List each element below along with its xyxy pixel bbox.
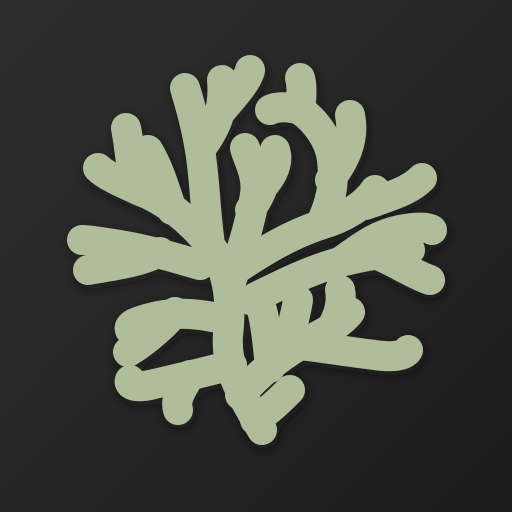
app-icon[interactable]: (function(){ var d = JSON.parse(document… — [0, 0, 512, 512]
emblem: (function(){ var d = JSON.parse(document… — [0, 0, 512, 512]
branching-coral-icon: (function(){ var d = JSON.parse(document… — [67, 55, 447, 445]
